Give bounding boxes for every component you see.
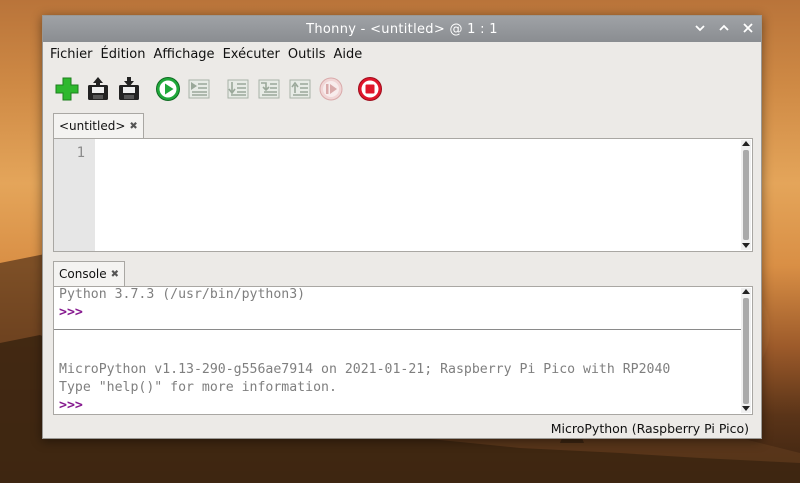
chevron-down-icon: [695, 25, 705, 32]
line-number: 1: [76, 145, 85, 161]
editor-tab-label: <untitled>: [59, 119, 126, 133]
title-bar[interactable]: Thonny - <untitled> @ 1 : 1: [43, 16, 761, 42]
open-file-icon: [88, 77, 108, 100]
run-icon: [156, 77, 180, 101]
menu-aide[interactable]: Aide: [333, 47, 362, 62]
tab-console[interactable]: Console ✖: [53, 261, 126, 286]
menu-executer[interactable]: Exécuter: [223, 47, 280, 62]
scroll-down-icon[interactable]: [742, 406, 750, 411]
save-file-button[interactable]: [115, 75, 143, 103]
stop-button[interactable]: [356, 75, 384, 103]
console-scrollbar[interactable]: [741, 288, 751, 413]
help-hint-line: Type "help()" for more information.: [59, 380, 337, 395]
console-scroll-thumb[interactable]: [743, 298, 749, 404]
shell-console[interactable]: Python 3.7.3 (/usr/bin/python3) >>> Micr…: [53, 286, 753, 415]
shell-prompt: >>>: [59, 305, 83, 320]
menu-bar: Fichier Édition Affichage Exécuter Outil…: [43, 42, 370, 66]
console-tab-label: Console: [59, 267, 107, 281]
debug-button[interactable]: [185, 75, 213, 103]
python-version-line: Python 3.7.3 (/usr/bin/python3): [59, 287, 306, 302]
new-file-button[interactable]: [53, 75, 81, 103]
new-file-icon: [55, 77, 79, 101]
scroll-up-icon[interactable]: [742, 141, 750, 146]
tab-untitled[interactable]: <untitled> ✖: [53, 113, 144, 138]
window-controls: [693, 20, 755, 36]
open-file-button[interactable]: [84, 75, 112, 103]
menu-edition[interactable]: Édition: [101, 47, 146, 62]
code-editor[interactable]: 1: [53, 138, 753, 252]
menu-fichier[interactable]: Fichier: [50, 47, 93, 62]
menu-outils[interactable]: Outils: [288, 47, 326, 62]
menu-affichage[interactable]: Affichage: [153, 47, 214, 62]
step-into-button[interactable]: [255, 75, 283, 103]
stop-icon: [358, 77, 382, 101]
interpreter-separator: [54, 329, 742, 330]
close-tab-icon[interactable]: ✖: [129, 121, 137, 132]
micropython-version-line: MicroPython v1.13-290-g556ae7914 on 2021…: [59, 362, 671, 377]
maximize-button[interactable]: [717, 20, 731, 36]
save-file-icon: [119, 77, 139, 100]
editor-scroll-thumb[interactable]: [743, 150, 749, 240]
interpreter-status[interactable]: MicroPython (Raspberry Pi Pico): [551, 421, 749, 436]
run-button[interactable]: [154, 75, 182, 103]
close-icon: [743, 23, 753, 33]
thonny-window: Thonny - <untitled> @ 1 : 1 Fichier Édit…: [42, 15, 762, 439]
window-title: Thonny - <untitled> @ 1 : 1: [306, 21, 498, 37]
resume-icon: [319, 77, 343, 101]
shell-prompt: >>>: [59, 398, 83, 413]
step-out-icon: [289, 79, 311, 99]
step-over-icon: [227, 79, 249, 99]
close-tab-icon[interactable]: ✖: [111, 269, 119, 280]
resume-button[interactable]: [317, 75, 345, 103]
toolbar: [53, 74, 387, 104]
minimize-button[interactable]: [693, 20, 707, 36]
step-out-button[interactable]: [286, 75, 314, 103]
chevron-up-icon: [719, 24, 729, 31]
scroll-down-icon[interactable]: [742, 243, 750, 248]
editor-scrollbar[interactable]: [741, 140, 751, 250]
step-into-icon: [258, 79, 280, 99]
line-number-gutter: 1: [54, 139, 95, 251]
debug-icon: [188, 79, 210, 99]
scroll-up-icon[interactable]: [742, 289, 750, 294]
close-button[interactable]: [741, 20, 755, 36]
step-over-button[interactable]: [224, 75, 252, 103]
